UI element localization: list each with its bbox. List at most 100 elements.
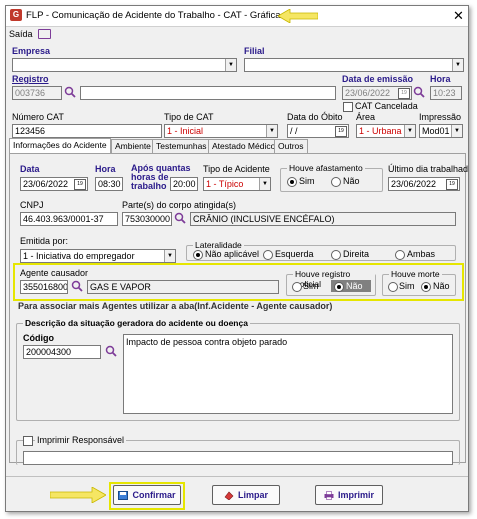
chevron-down-icon: ▼ [404,125,415,137]
tab-ambiente[interactable]: Ambiente [111,139,155,153]
close-icon[interactable]: ✕ [453,8,464,24]
numero-cat-label: Número CAT [12,112,64,122]
tipo-cat-label: Tipo de CAT [164,112,214,122]
calendar-icon[interactable]: 19 [398,88,410,99]
tab-testemunhas[interactable]: Testemunhas [152,139,211,153]
tipo-acidente-select[interactable]: 1 - Típico ▼ [203,177,271,191]
registro-policial-group: Houve registro policial Sim Não [286,269,376,296]
limpar-button[interactable]: Limpar [212,485,280,505]
lateralidade-esquerda-radio[interactable] [263,250,273,260]
cnpj-label: CNPJ [20,200,44,210]
lateralidade-nao-aplicavel-radio[interactable] [193,250,203,260]
partes-corpo-desc-field: CRÂNIO (INCLUSIVE ENCÉFALO) [190,212,456,226]
morte-nao-radio[interactable] [421,282,431,292]
lateralidade-direita-radio[interactable] [331,250,341,260]
limpar-label: Limpar [237,490,268,500]
cnpj-field[interactable]: 46.403.963/0001-37 [20,212,118,226]
empresa-select[interactable]: ▼ [12,58,237,72]
descricao-group-title: Descrição da situação geradora do aciden… [23,318,250,328]
tipo-cat-select[interactable]: 1 - Inicial ▼ [164,124,278,138]
data-acidente-label: Data [20,164,40,174]
hora-label: Hora [430,74,451,84]
houve-morte-label: Houve morte [389,269,442,279]
title-bar: G FLP - Comunicação de Acidente do Traba… [6,6,468,27]
confirmar-button[interactable]: Confirmar [113,485,181,505]
numero-cat-field[interactable]: 123456 [12,124,162,138]
ultimo-dia-field[interactable]: 23/06/2022 19 [388,177,460,191]
lateralidade-ambas-label: Ambas [407,249,436,259]
tipo-acidente-label: Tipo de Acidente [203,164,270,174]
agente-code-field[interactable]: 355016800 [20,280,68,294]
data-emissao-field[interactable]: 23/06/2022 19 [342,86,412,100]
hora-acidente-field[interactable]: 08:30 [95,177,123,191]
chevron-down-icon: ▼ [225,59,236,71]
houve-morte-group: Houve morte Sim Não [382,269,456,296]
chevron-down-icon: ▼ [452,59,463,71]
afastamento-group: Houve afastamento Sim Não [280,163,383,192]
printer-icon [324,491,334,500]
data-acidente-field[interactable]: 23/06/2022 19 [20,177,88,191]
area-select[interactable]: 1 - Urbana ▼ [356,124,416,138]
calendar-icon[interactable]: 19 [335,126,347,137]
registro-desc-field[interactable] [80,86,336,100]
imprimir-responsavel-checkbox[interactable] [23,436,33,446]
search-icon[interactable] [105,345,117,357]
impressao-select[interactable]: Mod01 ▼ [419,124,463,138]
menu-bar: Saída [6,27,468,41]
registro-policial-sim-label: Sim [303,281,319,291]
imprimir-label: Imprimir [337,490,374,500]
calendar-icon[interactable]: 19 [74,179,86,190]
registro-policial-sim-radio[interactable] [292,282,302,292]
lateralidade-nao-aplicavel-label: Não aplicável [205,249,260,259]
partes-corpo-label: Parte(s) do corpo atingida(s) [122,200,237,210]
lateralidade-ambas-radio[interactable] [395,250,405,260]
codigo-label: Código [23,333,54,343]
search-icon[interactable] [174,212,186,224]
filial-select[interactable]: ▼ [244,58,464,72]
data-emissao-label: Data de emissão [342,74,414,84]
window-title: FLP - Comunicação de Acidente do Trabalh… [26,10,281,21]
search-icon[interactable] [71,280,83,292]
tab-panel-informacoes: Data 23/06/2022 19 Hora 08:30 Após quanta… [9,153,468,465]
imprimir-button[interactable]: Imprimir [315,485,383,505]
chevron-down-icon: ▼ [266,125,277,137]
tab-atestado-medico[interactable]: Atestado Médico [208,139,280,153]
eraser-icon [224,491,234,501]
calendar-icon[interactable]: 19 [446,179,458,190]
yellow-arrow-icon [278,9,318,23]
monitor-icon[interactable] [38,29,51,39]
codigo-field[interactable]: 200004300 [23,345,101,359]
morte-sim-label: Sim [399,281,415,291]
data-obito-field[interactable]: / /19 [287,124,349,138]
afastamento-label: Houve afastamento [287,163,365,173]
cat-cancelada-label: CAT Cancelada [355,101,418,111]
responsavel-field[interactable] [23,451,453,465]
hora-emissao-field[interactable]: 10:23 [430,86,462,100]
registro-policial-nao-label: Não [346,281,363,291]
tab-outros[interactable]: Outros [274,139,308,153]
filial-label: Filial [244,46,265,56]
emitida-por-select[interactable]: 1 - Iniciativa do empregador ▼ [20,249,176,263]
registro-label: Registro [12,74,49,84]
search-icon[interactable] [64,86,76,98]
area-label: Área [356,112,376,122]
registro-policial-nao-radio[interactable] [334,282,344,292]
afastamento-nao-label: Não [343,176,360,186]
search-icon[interactable] [413,86,425,98]
menu-saida[interactable]: Saída [9,29,33,39]
hora-acidente-label: Hora [95,164,116,174]
apos-horas-field[interactable]: 20:00 [170,177,198,191]
tab-informacoes-acidente[interactable]: Informações do Acidente [9,138,111,153]
afastamento-nao-radio[interactable] [331,177,341,187]
chevron-down-icon: ▼ [259,178,270,190]
afastamento-sim-radio[interactable] [287,177,297,187]
agente-causador-label: Agente causador [20,268,89,278]
agentes-banner: Para associar mais Agentes utilizar a ab… [18,301,333,311]
cat-cancelada-checkbox[interactable] [343,102,353,112]
morte-sim-radio[interactable] [388,282,398,292]
registro-field[interactable]: 003736 [12,86,62,100]
descricao-textarea[interactable]: Impacto de pessoa contra objeto parado [123,334,453,414]
confirmar-label: Confirmar [132,490,176,500]
partes-corpo-code-field[interactable]: 753030000 [122,212,172,226]
lateralidade-esquerda-label: Esquerda [275,249,314,259]
